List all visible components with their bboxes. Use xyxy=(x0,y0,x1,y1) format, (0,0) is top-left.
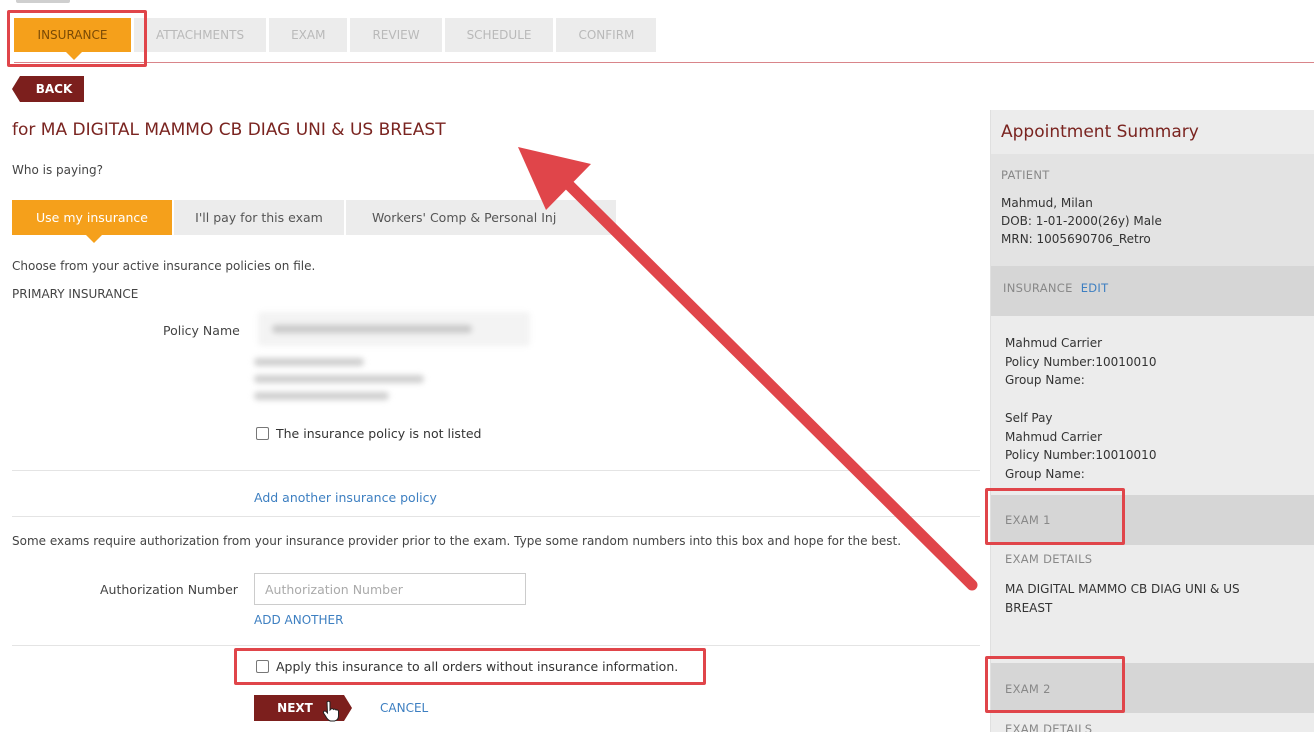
step-confirm[interactable]: CONFIRM xyxy=(556,18,660,52)
policy-name-select[interactable] xyxy=(258,312,530,346)
who-paying-label: Who is paying? xyxy=(12,163,104,177)
payer-tabs: Use my insurance I'll pay for this exam … xyxy=(12,200,618,243)
exam1-details-label: EXAM DETAILS xyxy=(1005,552,1093,566)
step-divider-line xyxy=(14,62,1314,63)
insurance-header: INSURANCE EDIT xyxy=(991,266,1314,316)
cancel-link[interactable]: CANCEL xyxy=(380,701,428,715)
step-schedule[interactable]: SCHEDULE xyxy=(444,18,557,52)
patient-mrn: MRN: 1005690706_Retro xyxy=(1001,232,1151,246)
apply-insurance-all-option[interactable]: Apply this insurance to all orders witho… xyxy=(256,659,678,674)
step-review[interactable]: REVIEW xyxy=(350,18,445,52)
patient-name: Mahmud, Milan xyxy=(1001,196,1093,210)
primary-insurance-heading: PRIMARY INSURANCE xyxy=(12,287,139,301)
back-button[interactable]: BACK xyxy=(12,76,84,102)
authorization-number-label: Authorization Number xyxy=(100,582,238,597)
policy-not-listed-option[interactable]: The insurance policy is not listed xyxy=(256,426,481,441)
exam2-label: EXAM 2 xyxy=(1005,682,1051,696)
apply-insurance-all-checkbox[interactable] xyxy=(256,660,269,673)
insurance-entry-2: Self Pay Mahmud Carrier Policy Number:10… xyxy=(1005,411,1157,481)
summary-title: Appointment Summary xyxy=(1001,122,1199,142)
page-title: for MA DIGITAL MAMMO CB DIAG UNI & US BR… xyxy=(12,120,446,140)
hand-cursor-icon xyxy=(322,700,339,722)
step-attachments[interactable]: ATTACHMENTS xyxy=(134,18,270,52)
exam1-header: EXAM 1 xyxy=(991,495,1314,545)
apply-insurance-all-label: Apply this insurance to all orders witho… xyxy=(276,659,679,674)
appointment-summary-panel: Appointment Summary PATIENT Mahmud, Mila… xyxy=(990,110,1314,732)
exam2-details-label: EXAM DETAILS xyxy=(1005,722,1093,732)
add-insurance-policy-link[interactable]: Add another insurance policy xyxy=(254,490,437,505)
patient-dob: DOB: 1-01-2000(26y) Male xyxy=(1001,214,1162,228)
exam1-details: MA DIGITAL MAMMO CB DIAG UNI & US BREAST xyxy=(1005,582,1240,615)
tab-self-pay[interactable]: I'll pay for this exam xyxy=(174,200,346,235)
tab-workers-comp[interactable]: Workers' Comp & Personal Inj xyxy=(346,200,618,235)
patient-label: PATIENT xyxy=(1001,168,1050,182)
authorization-help-text: Some exams require authorization from yo… xyxy=(12,534,902,548)
authorization-number-input[interactable] xyxy=(254,573,526,605)
policy-details-redacted xyxy=(254,358,444,410)
exam1-label: EXAM 1 xyxy=(1005,513,1051,527)
insurance-section-label: INSURANCE EDIT xyxy=(1003,281,1108,295)
patient-section: PATIENT Mahmud, Milan DOB: 1-01-2000(26y… xyxy=(991,154,1314,266)
step-tabs: INSURANCE ATTACHMENTS EXAM REVIEW SCHEDU… xyxy=(14,18,660,60)
section-divider xyxy=(12,645,980,646)
section-divider xyxy=(12,470,980,471)
step-exam[interactable]: EXAM xyxy=(269,18,351,52)
policy-not-listed-checkbox[interactable] xyxy=(256,427,269,440)
top-edge-stub xyxy=(16,0,70,3)
insurance-label: INSURANCE xyxy=(1003,281,1073,295)
insurance-entry-1: Mahmud Carrier Policy Number:10010010 Gr… xyxy=(1005,336,1157,387)
add-another-link[interactable]: ADD ANOTHER xyxy=(254,613,343,627)
exam2-header: EXAM 2 xyxy=(991,663,1314,713)
choose-policy-text: Choose from your active insurance polici… xyxy=(12,259,316,273)
insurance-edit-link[interactable]: EDIT xyxy=(1081,281,1109,295)
section-divider xyxy=(12,516,980,517)
tab-use-my-insurance[interactable]: Use my insurance xyxy=(12,200,174,243)
step-insurance[interactable]: INSURANCE xyxy=(14,18,134,60)
policy-name-label: Policy Name xyxy=(163,323,240,338)
policy-not-listed-label: The insurance policy is not listed xyxy=(276,426,482,441)
